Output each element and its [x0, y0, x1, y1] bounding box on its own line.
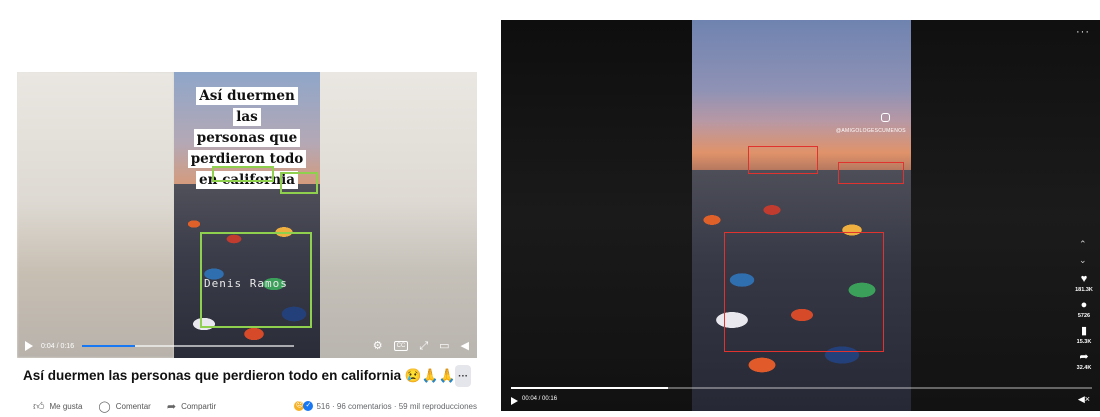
video-blur-right [319, 72, 477, 358]
share-icon[interactable]: ➦ [1079, 351, 1088, 363]
side-actions: ♥ 181.3K ● 5726 ▮ 15.3K ➦ 32.4K [1071, 273, 1097, 375]
volume-icon[interactable]: ◀ [461, 340, 469, 352]
viewer-time: 00:04 / 00:16 [522, 396, 558, 402]
progress-bar[interactable] [82, 345, 295, 347]
like-reaction-icon: ✓ [303, 401, 314, 411]
viewer-video-frame[interactable]: @AMIGOLOGESCUMENOS [692, 20, 911, 411]
share-icon: ➦ [166, 400, 177, 413]
comments-count: 5726 [1077, 313, 1091, 319]
bookmarks-count: 15.3K [1076, 339, 1092, 345]
caption-line: Así duermen las [196, 87, 298, 126]
comment-button[interactable]: ◯ Comentar [98, 400, 150, 413]
chevron-up-icon[interactable]: ⌃ [1079, 236, 1087, 252]
progress-fill [82, 345, 136, 347]
thumbs-up-icon: 👍︎ [33, 400, 45, 413]
highlight-box-tents [748, 146, 818, 174]
viewer-progress-bar[interactable] [511, 387, 1092, 389]
post-title-row: Así duermen las personas que perdieron t… [23, 364, 471, 388]
highlight-box-crowd [724, 232, 884, 352]
watermark: Denis Ramos [204, 277, 288, 290]
stats-text: 516 · 96 comentarios · 59 mil reproducci… [316, 401, 477, 411]
video-time: 0:04 / 0:16 [41, 342, 75, 350]
highlight-box-tents [212, 166, 274, 182]
captions-icon[interactable]: CC [393, 341, 409, 351]
instagram-icon [881, 113, 890, 122]
highlight-box-tents-right [838, 162, 904, 184]
video-player[interactable]: Así duermen las personas que perdieron t… [17, 72, 477, 358]
share-button[interactable]: ➦ Compartir [167, 400, 216, 413]
video-blur-left [17, 72, 174, 358]
comparison-screenshot: Así duermen las personas que perdieron t… [0, 0, 1100, 417]
video-controls: 0:04 / 0:16 ⚙ CC ⤢ ▭ ◀ [17, 334, 477, 358]
pip-icon[interactable]: ▭ [439, 340, 449, 352]
volume-icon[interactable]: ◀× [1078, 394, 1090, 405]
comment-icon: ◯ [98, 400, 111, 413]
post-stats[interactable]: ☹ ✓ 516 · 96 comentarios · 59 mil reprod… [294, 401, 477, 411]
post-title: Así duermen las personas que perdieron t… [23, 368, 456, 383]
shares-count: 32.4K [1076, 365, 1092, 371]
viewer-controls: 00:04 / 00:16 ◀× [501, 385, 1100, 411]
fullscreen-icon[interactable]: ⤢ [419, 340, 428, 352]
account-handle: @AMIGOLOGESCUMENOS [836, 128, 906, 134]
comment-icon[interactable]: ● [1081, 299, 1088, 311]
more-options-button[interactable]: ··· [455, 365, 471, 387]
heart-icon[interactable]: ♥ [1081, 273, 1088, 285]
viewer-blur-left [501, 20, 692, 411]
settings-icon[interactable]: ⚙ [373, 340, 383, 352]
like-label: Me gusta [49, 401, 83, 411]
play-icon[interactable] [25, 341, 33, 351]
like-button[interactable]: 👍︎ Me gusta [33, 400, 82, 413]
highlight-box-tents-right [280, 172, 318, 194]
video-control-icons: ⚙ CC ⤢ ▭ ◀ [373, 340, 469, 352]
video-viewer: @AMIGOLOGESCUMENOS ··· ⌃ ⌄ ♥ 181.3K ● 57… [501, 20, 1100, 411]
viewer-progress-fill [511, 387, 668, 389]
chevron-down-icon[interactable]: ⌄ [1079, 252, 1087, 268]
bookmark-icon[interactable]: ▮ [1081, 325, 1087, 337]
facebook-post: Así duermen las personas que perdieron t… [17, 72, 477, 417]
play-icon[interactable] [511, 397, 518, 405]
likes-count: 181.3K [1075, 287, 1093, 293]
video-frame: Así duermen las personas que perdieron t… [174, 72, 320, 358]
share-label: Compartir [181, 401, 217, 411]
post-actions: 👍︎ Me gusta ◯ Comentar ➦ Compartir ☹ ✓ 5… [33, 398, 477, 414]
comment-label: Comentar [115, 401, 151, 411]
viewer-nav: ⌃ ⌄ [1079, 236, 1087, 268]
viewer-menu-button[interactable]: ··· [1076, 26, 1090, 38]
caption-line: personas que [193, 129, 301, 147]
